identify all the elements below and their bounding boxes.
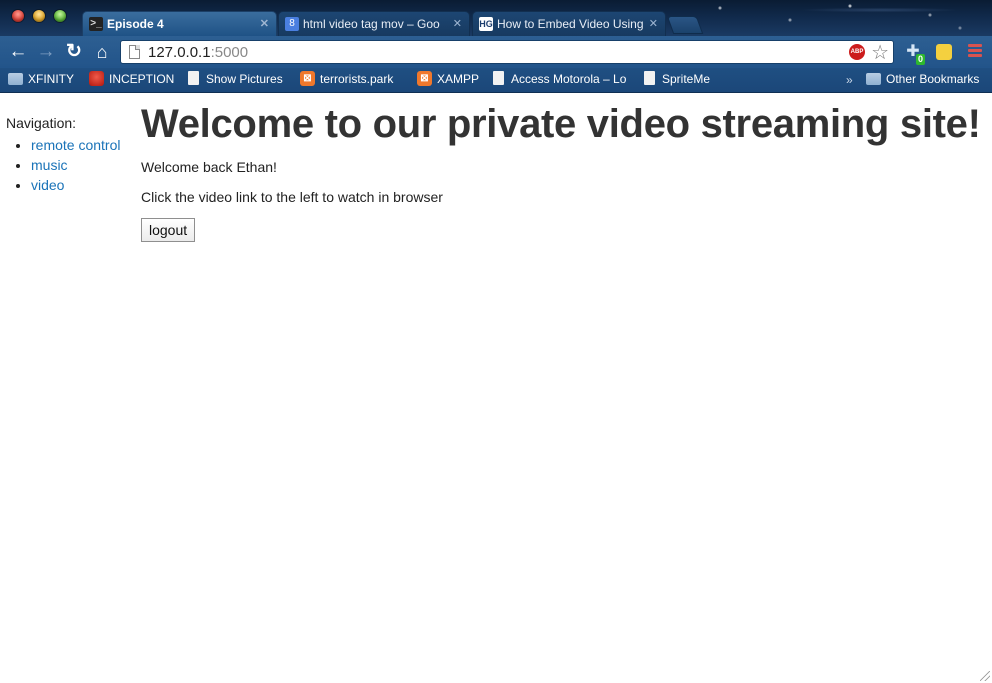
menu-icon[interactable] — [968, 44, 982, 60]
close-window-button[interactable] — [12, 10, 24, 22]
tab-label: Episode 4 — [107, 17, 164, 31]
page-icon — [129, 45, 140, 59]
page-title: Welcome to our private video streaming s… — [141, 102, 981, 146]
bookmark-terrorists-park[interactable]: ⊠ terrorists.park — [300, 68, 428, 90]
bookmark-star-icon[interactable]: ☆ — [871, 40, 889, 65]
forward-arrow-icon[interactable]: → — [35, 41, 57, 63]
xampp-icon: ⊠ — [417, 71, 432, 86]
reload-icon[interactable]: ↻ — [63, 41, 85, 63]
minimize-window-button[interactable] — [33, 10, 45, 22]
close-icon[interactable]: ✕ — [649, 12, 658, 36]
list-item: remote control — [31, 135, 136, 155]
page-icon — [188, 71, 199, 85]
welcome-message: Welcome back Ethan! — [141, 159, 277, 175]
page-icon — [644, 71, 655, 85]
xampp-icon: ⊠ — [300, 71, 315, 86]
folder-icon — [8, 73, 23, 85]
terminal-icon: >_ — [89, 17, 103, 31]
bookmark-access-motorola[interactable]: Access Motorola – Lo — [491, 68, 651, 90]
close-icon[interactable]: ✕ — [260, 12, 269, 36]
nav-link-video[interactable]: video — [31, 177, 64, 193]
bookmark-xfinity[interactable]: XFINITY — [8, 68, 98, 90]
more-bookmarks-chevron[interactable]: » — [846, 68, 853, 92]
navigation-sidebar: Navigation: remote control music video — [6, 115, 136, 195]
tab-label: How to Embed Video Using — [497, 17, 643, 31]
extension-badge: 0 — [915, 54, 925, 65]
extension-plus-icon[interactable]: ✚ 0 — [903, 42, 925, 65]
bookmarks-bar: XFINITY INCEPTION Show Pictures ⊠ terror… — [0, 68, 992, 93]
browser-window: >_ Episode 4 ✕ 8 html video tag mov – Go… — [0, 0, 992, 683]
url-text: 127.0.0.1:5000 — [148, 44, 249, 61]
tab-embed-video[interactable]: HG How to Embed Video Using ✕ — [472, 11, 666, 36]
list-item: video — [31, 175, 136, 195]
instruction-text: Click the video link to the left to watc… — [141, 189, 443, 205]
new-tab-button[interactable] — [666, 16, 704, 34]
bookmark-inception[interactable]: INCEPTION — [89, 68, 199, 90]
hg-icon: HG — [479, 17, 493, 31]
back-arrow-icon[interactable]: ← — [7, 41, 29, 63]
page-content: Navigation: remote control music video W… — [0, 93, 992, 683]
bookmark-spriteme[interactable]: SpriteMe — [642, 68, 742, 90]
browser-toolbar: ← → ↻ ⌂ 127.0.0.1:5000 ABP ☆ ✚ 0 — [0, 36, 992, 68]
red-app-icon — [89, 71, 104, 86]
other-bookmarks[interactable]: Other Bookmarks — [866, 68, 992, 90]
list-item: music — [31, 155, 136, 175]
tab-strip: >_ Episode 4 ✕ 8 html video tag mov – Go… — [0, 0, 992, 36]
close-icon[interactable]: ✕ — [453, 12, 462, 36]
adblock-icon[interactable]: ABP — [849, 44, 865, 60]
tab-html-video-tag[interactable]: 8 html video tag mov – Goo ✕ — [278, 11, 470, 36]
google-icon: 8 — [285, 17, 299, 31]
zoom-window-button[interactable] — [54, 10, 66, 22]
home-icon[interactable]: ⌂ — [91, 41, 113, 63]
bookmark-show-pictures[interactable]: Show Pictures — [186, 68, 308, 90]
logout-button[interactable]: logout — [141, 218, 196, 242]
extension-face-icon[interactable] — [934, 42, 954, 62]
address-bar[interactable]: 127.0.0.1:5000 ABP ☆ — [120, 40, 894, 64]
page-icon — [493, 71, 504, 85]
navigation-list: remote control music video — [6, 135, 136, 195]
nav-link-music[interactable]: music — [31, 157, 68, 173]
folder-icon — [866, 73, 881, 85]
main-content: Welcome to our private video streaming s… — [141, 101, 986, 242]
nav-link-remote-control[interactable]: remote control — [31, 137, 120, 153]
resize-grip-icon[interactable] — [980, 671, 990, 681]
navigation-heading: Navigation: — [6, 115, 77, 131]
tab-label: html video tag mov – Goo — [303, 17, 440, 31]
tab-episode-4[interactable]: >_ Episode 4 ✕ — [82, 11, 277, 36]
